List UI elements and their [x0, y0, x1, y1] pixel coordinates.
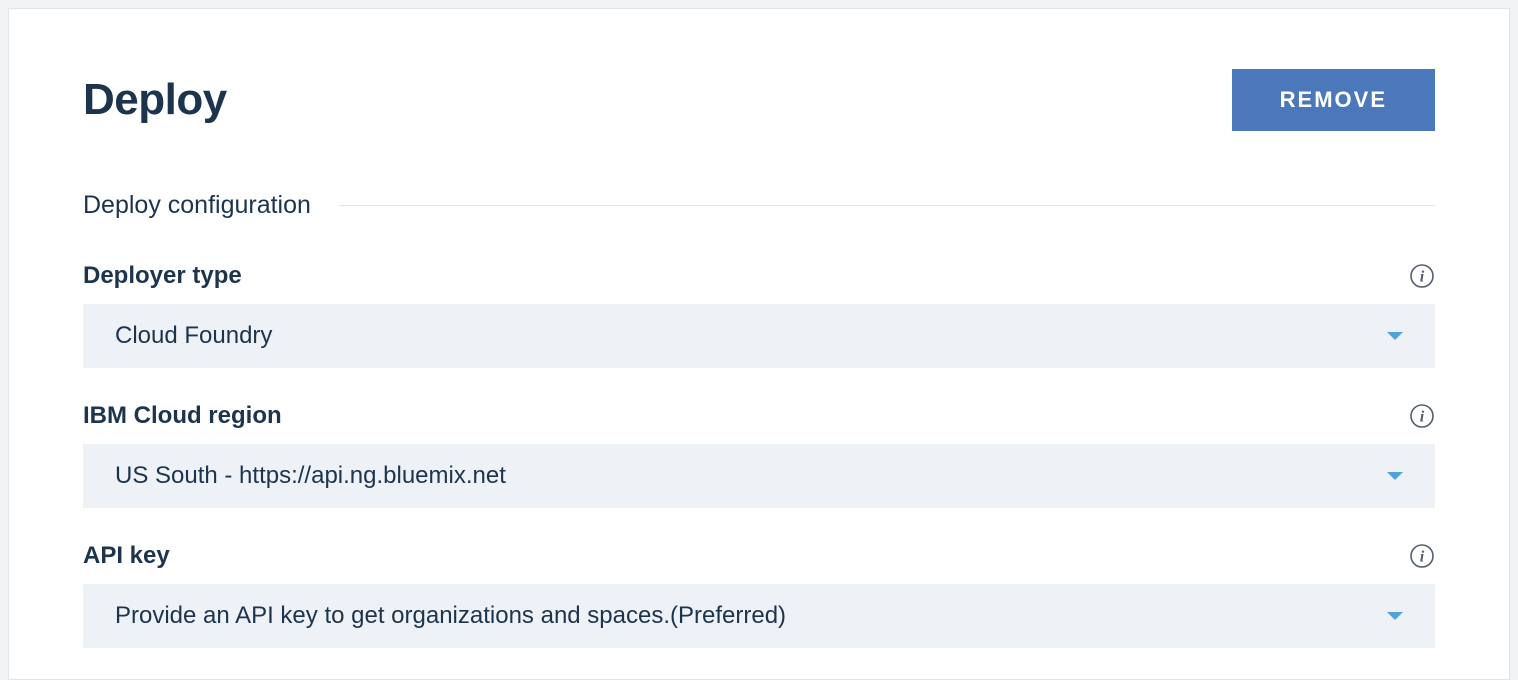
region-label: IBM Cloud region [83, 402, 282, 430]
api-key-label: API key [83, 542, 170, 570]
api-key-select[interactable]: Provide an API key to get organizations … [83, 584, 1435, 648]
section-heading: Deploy configuration [83, 191, 311, 220]
caret-down-icon [1387, 472, 1403, 480]
svg-text:i: i [1420, 549, 1425, 566]
api-key-value: Provide an API key to get organizations … [115, 602, 786, 630]
region-select[interactable]: US South - https://api.ng.bluemix.net [83, 444, 1435, 508]
svg-text:i: i [1420, 269, 1425, 286]
deploy-panel: Deploy REMOVE Deploy configuration Deplo… [8, 8, 1510, 680]
region-value: US South - https://api.ng.bluemix.net [115, 462, 506, 490]
page-title: Deploy [83, 75, 227, 125]
info-icon[interactable]: i [1409, 543, 1435, 569]
svg-text:i: i [1420, 409, 1425, 426]
deployer-type-label: Deployer type [83, 262, 242, 290]
caret-down-icon [1387, 332, 1403, 340]
deployer-type-value: Cloud Foundry [115, 322, 272, 350]
info-icon[interactable]: i [1409, 263, 1435, 289]
caret-down-icon [1387, 612, 1403, 620]
deployer-type-select[interactable]: Cloud Foundry [83, 304, 1435, 368]
remove-button[interactable]: REMOVE [1232, 69, 1435, 131]
info-icon[interactable]: i [1409, 403, 1435, 429]
section-divider [339, 205, 1435, 206]
